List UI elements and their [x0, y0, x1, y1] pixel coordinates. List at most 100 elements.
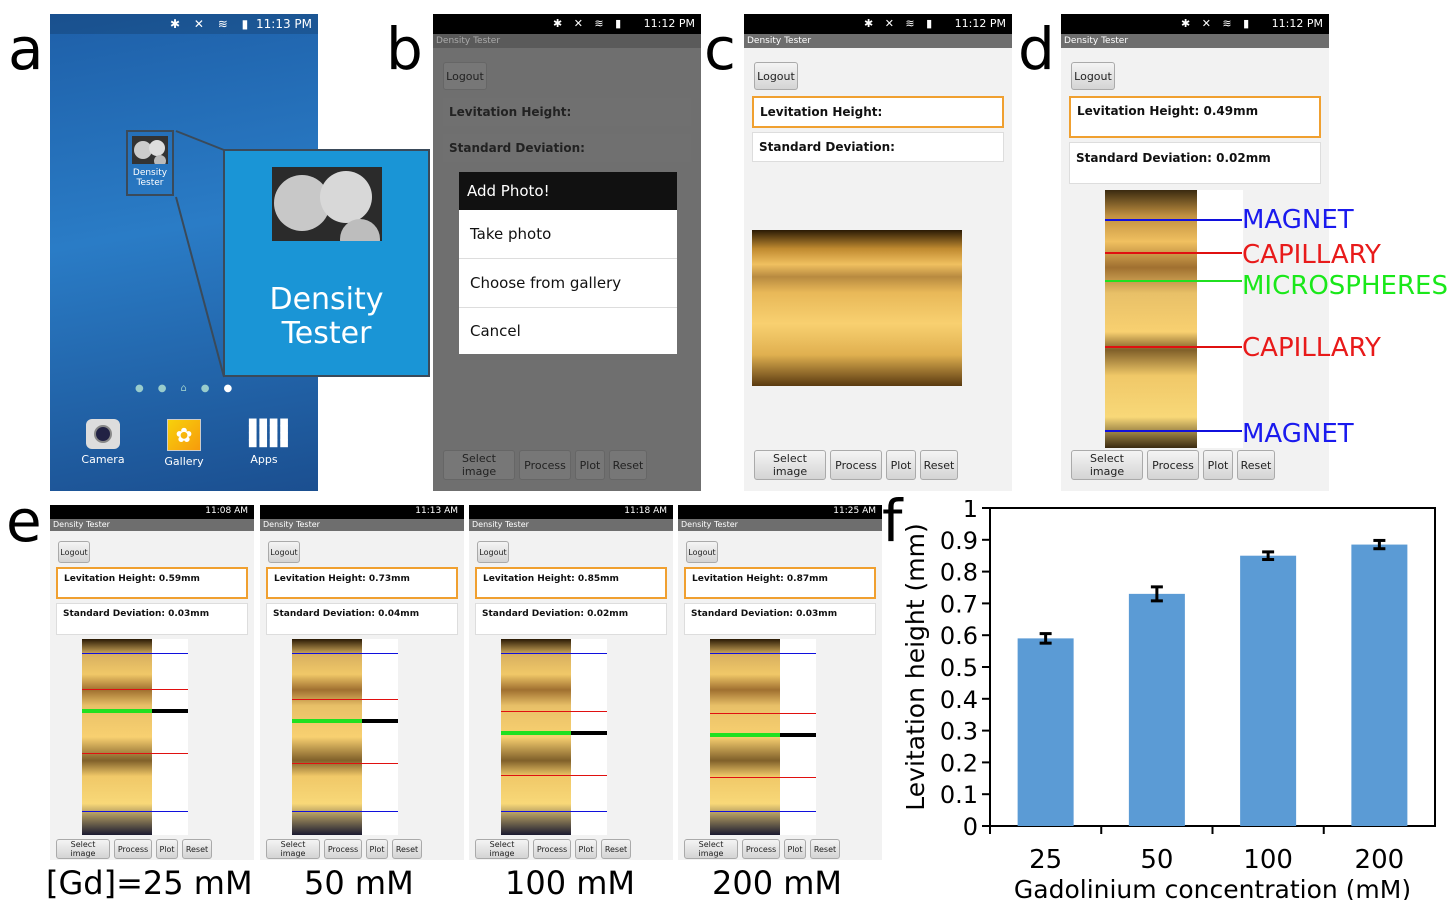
y-tick-label: 1 [963, 500, 978, 523]
dialog-item-cancel[interactable]: Cancel [459, 308, 677, 354]
magnet-line [82, 653, 188, 654]
process-button[interactable]: Process [1147, 450, 1199, 480]
levitation-height-field[interactable]: Levitation Height: 0.87mm [684, 567, 876, 599]
levitation-plot-image [1105, 190, 1243, 448]
reset-button[interactable]: Reset [1237, 450, 1275, 480]
standard-deviation-field[interactable]: Standard Deviation: 0.02mm [1069, 142, 1321, 184]
levitation-height-field[interactable]: Levitation Height: 0.85mm [475, 567, 667, 599]
standard-deviation-field[interactable]: Standard Deviation: 0.04mm [266, 603, 458, 635]
screen-selected-image: ✱ ✕ ≋ ▮ 11:12 PM Density Tester Logout Le… [744, 14, 1012, 491]
y-tick-label: 0.2 [940, 749, 978, 777]
levitation-plot-image [82, 639, 188, 835]
apps-grid-icon: ■■■■ ■■■■ ■■■■ ■■■■ [248, 417, 290, 449]
standard-deviation-field[interactable]: Standard Deviation: 0.03mm [684, 603, 876, 635]
microspheres-marker [780, 733, 816, 737]
capillary-line-bottom [1105, 346, 1242, 348]
y-tick-label: 0.1 [940, 781, 978, 809]
standard-deviation-field[interactable]: Standard Deviation: 0.03mm [56, 603, 248, 635]
y-tick-label: 0.5 [940, 654, 978, 682]
panel-label-d: d [1018, 15, 1055, 83]
reset-button[interactable]: Reset [920, 450, 958, 480]
levitation-height-field[interactable]: Levitation Height: 0.49mm [1069, 96, 1321, 138]
process-button[interactable]: Process [830, 450, 882, 480]
reset-button[interactable]: Reset [392, 839, 422, 859]
dock-camera[interactable]: Camera [78, 419, 128, 466]
process-button[interactable]: Process [114, 839, 152, 859]
plot-button[interactable]: Plot [575, 450, 605, 480]
logout-button[interactable]: Logout [686, 541, 718, 563]
logout-button[interactable]: Logout [443, 62, 487, 90]
plot-button[interactable]: Plot [886, 450, 916, 480]
process-button[interactable]: Process [519, 450, 571, 480]
select-image-button[interactable]: Select image [56, 839, 110, 859]
dock-apps[interactable]: ■■■■ ■■■■ ■■■■ ■■■■ Apps [239, 417, 290, 467]
dialog-item-choose-gallery[interactable]: Choose from gallery [459, 259, 677, 308]
levitation-height-field[interactable]: Levitation Height: [752, 96, 1004, 128]
process-button[interactable]: Process [742, 839, 780, 859]
logout-button[interactable]: Logout [268, 541, 300, 563]
plot-button[interactable]: Plot [156, 839, 178, 859]
capillary-line-top [1105, 252, 1242, 254]
select-image-button[interactable]: Select image [754, 450, 826, 480]
magnet-line-top [1105, 219, 1242, 221]
microspheres-marker [152, 709, 188, 713]
label-capillary-bottom: CAPILLARY [1242, 333, 1381, 363]
select-image-button[interactable]: Select image [1071, 450, 1143, 480]
screen-add-photo: ✱ ✕ ≋ ▮ 11:12 PM Density Tester Logout Le… [433, 14, 701, 491]
logout-button[interactable]: Logout [754, 62, 798, 90]
levitation-plot-image [292, 639, 398, 835]
screen-gd-200: 11:25 AM Density Tester Logout Levitatio… [678, 505, 882, 860]
logout-button[interactable]: Logout [477, 541, 509, 563]
dock-gallery[interactable]: ✿ Gallery [159, 419, 209, 468]
process-button[interactable]: Process [324, 839, 362, 859]
y-tick-label: 0.6 [940, 622, 978, 650]
reset-button[interactable]: Reset [609, 450, 647, 480]
action-bar-title: Density Tester [50, 519, 254, 531]
y-axis-label: Levitation height (mm) [901, 523, 930, 810]
concentration-caption: 50 mM [304, 864, 414, 902]
logout-button[interactable]: Logout [58, 541, 90, 563]
standard-deviation-field[interactable]: Standard Deviation: 0.02mm [475, 603, 667, 635]
microspheres-line [1105, 280, 1242, 282]
reset-button[interactable]: Reset [810, 839, 840, 859]
x-axis-label: Gadolinium concentration (mM) [1014, 875, 1411, 900]
plot-button[interactable]: Plot [366, 839, 388, 859]
standard-deviation-field[interactable]: Standard Deviation: [752, 132, 1004, 162]
levitation-height-field[interactable]: Levitation Height: 0.59mm [56, 567, 248, 599]
screen-gd-25: 11:08 AM Density Tester Logout Levitatio… [50, 505, 254, 860]
plot-button[interactable]: Plot [1203, 450, 1233, 480]
select-image-button[interactable]: Select image [684, 839, 738, 859]
magnet-line [501, 811, 607, 812]
y-tick-label: 0.7 [940, 590, 978, 618]
x-tick-label: 100 [1243, 845, 1293, 875]
microspheres-marker [362, 719, 398, 723]
bar [1017, 638, 1074, 826]
select-image-button[interactable]: Select image [266, 839, 320, 859]
process-button[interactable]: Process [533, 839, 571, 859]
dialog-item-take-photo[interactable]: Take photo [459, 210, 677, 259]
levitation-bar-chart: 0 0.1 0.2 0.3 0.4 0.5 0.6 0.7 0.8 0.9 1 25 50 100 200G… [901, 500, 1436, 900]
panel-label-e: e [6, 487, 42, 555]
status-time: 11:13 AM [415, 506, 458, 516]
action-bar-title: Density Tester [433, 34, 701, 48]
magnet-line [292, 653, 398, 654]
logout-button[interactable]: Logout [1071, 62, 1115, 90]
plot-button[interactable]: Plot [784, 839, 806, 859]
dock-label: Apps [250, 453, 278, 466]
reset-button[interactable]: Reset [182, 839, 212, 859]
x-tick-label: 25 [1029, 845, 1062, 875]
label-microspheres: MICROSPHERES [1242, 271, 1448, 301]
levitation-height-field[interactable]: Levitation Height: 0.73mm [266, 567, 458, 599]
dialog-title: Add Photo! [459, 172, 677, 210]
select-image-button[interactable]: Select image [475, 839, 529, 859]
levitation-height-field: Levitation Height: [443, 98, 691, 126]
levitation-plot-image [501, 639, 607, 835]
plot-button[interactable]: Plot [575, 839, 597, 859]
select-image-button[interactable]: Select image [443, 450, 515, 480]
reset-button[interactable]: Reset [601, 839, 631, 859]
magnet-line [710, 811, 816, 812]
magnet-line [82, 811, 188, 812]
status-bar: 11:18 AM [469, 505, 673, 519]
x-tick-label: 50 [1140, 845, 1173, 875]
capillary-line [710, 713, 816, 714]
